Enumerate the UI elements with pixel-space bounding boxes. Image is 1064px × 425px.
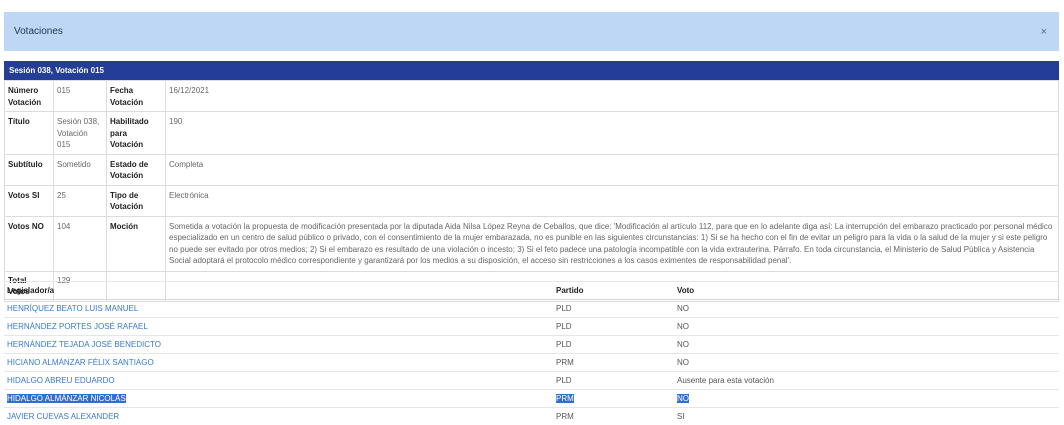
party-cell: PRM — [556, 394, 574, 403]
mocion-value: Sometida a votación la propuesta de modi… — [166, 216, 1059, 271]
legislator-link[interactable]: JAVIER CUEVAS ALEXANDER — [7, 412, 119, 421]
column-header-partido[interactable]: Partido — [553, 282, 674, 300]
session-header: Sesión 038, Votación 015 — [4, 61, 1059, 80]
party-cell: PLD — [553, 372, 674, 390]
votos-no-value: 104 — [54, 216, 107, 271]
votos-si-value: 25 — [54, 185, 107, 216]
titulo-value: Sesión 038, Votación 015 — [54, 112, 107, 155]
fecha-value: 16/12/2021 — [166, 81, 1059, 112]
numero-value: 015 — [54, 81, 107, 112]
party-cell: PRM — [553, 354, 674, 372]
legislators-votes-table: Legislador/a Partido Voto HENRÍQUEZ BEAT… — [4, 281, 1059, 425]
fecha-label: Fecha Votación — [107, 81, 166, 112]
table-row: HERNÁNDEZ TEJADA JOSÉ BENEDICTO PLD NO — [4, 336, 1059, 354]
legislator-link[interactable]: HIDALGO ALMÁNZAR NICOLÁS — [7, 394, 126, 403]
vote-cell: NO — [674, 354, 1059, 372]
titulo-label: Título — [5, 112, 54, 155]
vote-cell: NO — [674, 336, 1059, 354]
column-header-voto[interactable]: Voto — [674, 282, 1059, 300]
tipo-value: Electrónica — [166, 185, 1059, 216]
modal-title: Votaciones — [14, 26, 63, 37]
vote-cell: SI — [674, 408, 1059, 425]
table-row: HERNÁNDEZ PORTES JOSÉ RAFAEL PLD NO — [4, 318, 1059, 336]
vote-details-table: Número Votación 015 Fecha Votación 16/12… — [4, 80, 1059, 302]
vote-cell: NO — [674, 300, 1059, 318]
legislator-link[interactable]: HICIANO ALMÁNZAR FÉLIX SANTIAGO — [7, 358, 154, 367]
habilitado-label: Habilitado para Votación — [107, 112, 166, 155]
subtitulo-value: Sometido — [54, 154, 107, 185]
party-cell: PLD — [553, 300, 674, 318]
table-row: HICIANO ALMÁNZAR FÉLIX SANTIAGO PRM NO — [4, 354, 1059, 372]
estado-value: Completa — [166, 154, 1059, 185]
selected-text: HIDALGO ALMÁNZAR NICOLÁS — [7, 394, 126, 403]
party-cell: PLD — [553, 336, 674, 354]
modal-header: Votaciones × — [4, 12, 1059, 51]
legislator-link[interactable]: HENRÍQUEZ BEATO LUIS MANUEL — [7, 304, 138, 313]
table-row: HIDALGO ABREU EDUARDO PLD Ausente para e… — [4, 372, 1059, 390]
numero-label: Número Votación — [5, 81, 54, 112]
estado-label: Estado de Votación — [107, 154, 166, 185]
column-header-legislador[interactable]: Legislador/a — [4, 282, 553, 300]
party-cell: PRM — [553, 408, 674, 425]
legislator-link[interactable]: HIDALGO ABREU EDUARDO — [7, 376, 115, 385]
table-row: HENRÍQUEZ BEATO LUIS MANUEL PLD NO — [4, 300, 1059, 318]
tipo-label: Tipo de Votación — [107, 185, 166, 216]
vote-cell: NO — [677, 394, 689, 403]
habilitado-value: 190 — [166, 112, 1059, 155]
votos-no-label: Votos NO — [5, 216, 54, 271]
vote-cell: Ausente para esta votación — [674, 372, 1059, 390]
table-row-selected: HIDALGO ALMÁNZAR NICOLÁS PRM NO — [4, 390, 1059, 408]
close-icon[interactable]: × — [1041, 26, 1049, 38]
legislator-link[interactable]: HERNÁNDEZ PORTES JOSÉ RAFAEL — [7, 322, 148, 331]
vote-cell: NO — [674, 318, 1059, 336]
party-cell: PLD — [553, 318, 674, 336]
table-row: JAVIER CUEVAS ALEXANDER PRM SI — [4, 408, 1059, 425]
legislator-link[interactable]: HERNÁNDEZ TEJADA JOSÉ BENEDICTO — [7, 340, 161, 349]
mocion-label: Moción — [107, 216, 166, 271]
votos-si-label: Votos SI — [5, 185, 54, 216]
subtitulo-label: Subtítulo — [5, 154, 54, 185]
